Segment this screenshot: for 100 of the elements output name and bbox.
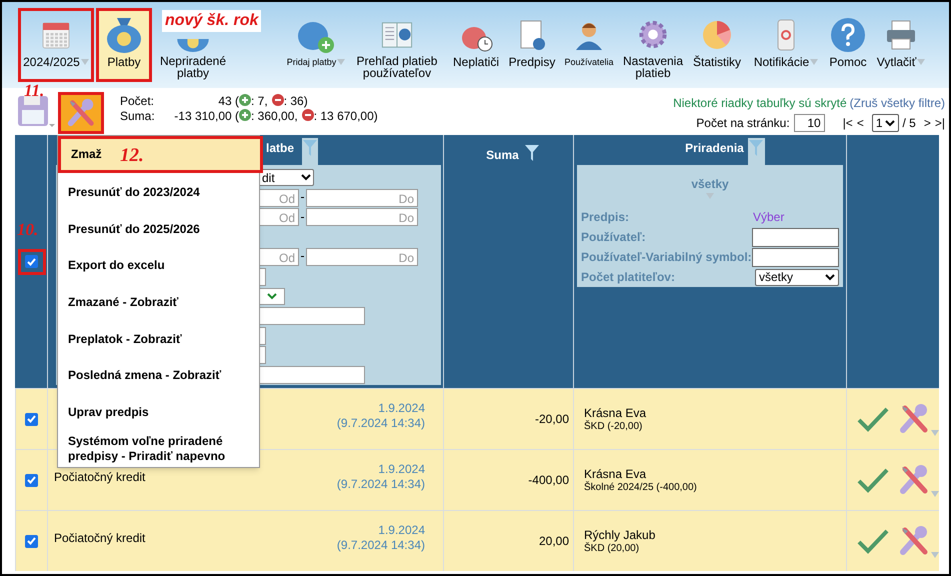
payer-name: Rýchly Jakub <box>584 528 656 542</box>
created-date: (9.7.2024 14:34) <box>336 477 425 492</box>
sum-minus: : 13 670,00) <box>314 109 378 124</box>
menu-item[interactable]: Posledná zmena - Zobraziť <box>58 357 259 394</box>
toolbar-button[interactable]: Nastavenia platieb <box>620 8 686 82</box>
toolbar-button[interactable]: Vytlačiť <box>872 8 930 82</box>
payment-description: Počiatočný kredit <box>54 469 146 486</box>
row-checkbox[interactable] <box>25 534 38 548</box>
checkmark-icon <box>27 476 36 484</box>
sum-plus: : 360,00, <box>251 109 298 124</box>
row-checkbox[interactable] <box>25 412 38 426</box>
checkmark-icon <box>27 537 36 545</box>
symbol-field[interactable] <box>752 248 839 266</box>
annotation-label: 10. <box>17 219 38 241</box>
column-header: Suma <box>486 147 519 164</box>
count-label: Počet: <box>120 94 156 109</box>
toolbar-button[interactable]: Pridaj platby <box>286 8 346 82</box>
filter-icon[interactable] <box>524 145 539 161</box>
created-date: (9.7.2024 14:34) <box>336 416 425 431</box>
payment-date: 1.9.2024 <box>378 401 425 416</box>
minus-icon <box>272 94 284 106</box>
amount: -400,00 <box>528 472 569 489</box>
plus-icon <box>239 109 251 121</box>
filter-tab[interactable] <box>748 138 765 165</box>
filter-tab[interactable] <box>302 138 318 165</box>
count-minus: : 36) <box>284 94 308 109</box>
menu-item[interactable]: Export do excelu <box>58 248 259 284</box>
select-link[interactable]: Výber <box>753 208 784 226</box>
chevron-icon <box>884 120 895 126</box>
input-field[interactable] <box>259 307 365 325</box>
filter-label: Používateľ: <box>581 229 646 246</box>
toolbar-button[interactable]: 2024/2025 <box>18 8 94 82</box>
caret-icon <box>80 59 89 65</box>
minus-icon <box>302 109 314 121</box>
toolbar-button[interactable]: Prehľad platieb používateľov <box>348 8 446 82</box>
payment-date: 1.9.2024 <box>378 523 425 538</box>
chevron-icon <box>301 174 311 182</box>
checkmark-icon <box>27 415 36 423</box>
payment-description: Počiatočný kredit <box>54 530 146 547</box>
payers-select[interactable]: všetky <box>755 268 839 286</box>
menu-item[interactable]: Preplatok - Zobraziť <box>58 320 259 358</box>
page-select[interactable]: 1 <box>872 114 899 132</box>
last-page-link[interactable]: >| <box>934 114 945 132</box>
range-dash <box>301 216 304 218</box>
payer-name: Krásna Eva <box>584 406 648 420</box>
hidden-rows-notice: Niektoré riadky tabuľky sú skryté <box>673 95 847 112</box>
sum-value: -13 310,00 ( <box>173 109 239 124</box>
plus-icon <box>239 94 251 106</box>
prev-page-link[interactable]: < <box>856 114 864 132</box>
filter-select[interactable]: dit <box>259 169 314 186</box>
menu-item[interactable]: Zmazané - Zobraziť <box>58 284 259 321</box>
caret-icon <box>931 430 939 436</box>
prescription-detail: ŠKD (20,00) <box>584 542 640 556</box>
menu-item[interactable]: Presunúť do 2025/2026 <box>58 211 259 248</box>
annotation-label: 12. <box>120 144 144 168</box>
filter-label: Počet platiteľov: <box>581 269 675 286</box>
caret-icon <box>810 59 818 65</box>
check-icon[interactable] <box>857 528 889 554</box>
amount: 20,00 <box>538 533 569 550</box>
clear-filters-link[interactable]: (Zruš všetky filtre) <box>850 94 945 112</box>
amount: -20,00 <box>534 411 569 428</box>
chevron-icon <box>267 292 277 300</box>
menu-item[interactable]: Presunúť do 2023/2024 <box>58 174 259 212</box>
toolbar-button[interactable]: Predpisy <box>506 8 558 82</box>
filter-select[interactable] <box>259 288 285 305</box>
toolbar-button[interactable]: Platby <box>96 8 152 82</box>
filter-label: Predpis: <box>581 209 630 226</box>
caret-icon <box>931 491 939 497</box>
per-page-field[interactable]: 10 <box>794 114 825 132</box>
row-checkbox[interactable] <box>25 474 38 486</box>
check-icon[interactable] <box>857 406 889 432</box>
caret-icon <box>917 59 926 65</box>
filter-label: Používateľ-Variabilný symbol: <box>581 249 752 266</box>
first-page-link[interactable]: |< <box>842 114 853 132</box>
menu-item[interactable]: Systémom voľne priradené predpisy - Priradiť napevno <box>58 430 259 467</box>
payment-date: 1.9.2024 <box>378 462 425 477</box>
check-icon[interactable] <box>857 467 889 493</box>
prescription-detail: ŠKD (-20,00) <box>584 420 644 434</box>
checkmark-icon <box>27 258 36 266</box>
menu-item[interactable]: Uprav predpis <box>58 394 259 430</box>
column-header: Priradenia <box>685 140 744 157</box>
payer-name: Krásna Eva <box>584 467 648 481</box>
toolbar-button[interactable]: Používatelia <box>560 8 618 82</box>
annotation-label: 11. <box>24 80 44 102</box>
toolbar-button[interactable]: Neplatiči <box>448 8 504 82</box>
toolbar-button[interactable]: Štatistiky <box>688 8 746 82</box>
input-field[interactable] <box>259 366 365 384</box>
caret-icon <box>337 59 346 65</box>
toolbar-button[interactable]: Notifikácie <box>748 8 824 82</box>
count-value: 43 ( <box>217 94 239 109</box>
tools-button[interactable] <box>58 92 104 134</box>
user-field[interactable] <box>752 228 839 246</box>
toolbar-button[interactable]: Pomoc <box>826 8 870 82</box>
select-all-checkbox[interactable] <box>18 248 46 274</box>
next-page-link[interactable]: > <box>924 114 931 132</box>
created-date: (9.7.2024 14:34) <box>336 538 425 553</box>
sum-label: Suma: <box>120 109 156 124</box>
count-plus: : 7, <box>251 94 268 109</box>
page-total: / 5 <box>902 115 916 132</box>
caret-icon <box>931 552 939 558</box>
